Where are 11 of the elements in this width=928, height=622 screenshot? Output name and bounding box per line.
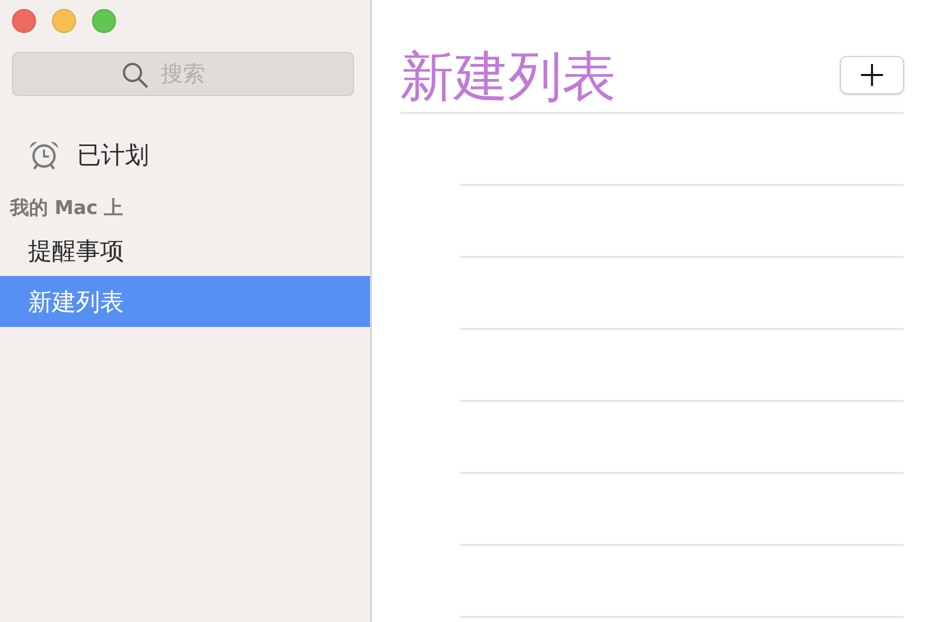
- minimize-icon[interactable]: [52, 9, 76, 33]
- alarm-clock-icon: [28, 140, 60, 170]
- close-icon[interactable]: [12, 9, 36, 33]
- plus-icon: [861, 64, 883, 86]
- search-icon: [122, 62, 148, 88]
- list-title: 新建列表: [400, 46, 616, 108]
- zoom-icon[interactable]: [92, 9, 116, 33]
- smart-list-item[interactable]: 已计划: [0, 132, 370, 178]
- section-header: 我的 Mac 上: [8, 196, 124, 220]
- sidebar-item[interactable]: 提醒事项: [0, 225, 370, 276]
- add-button[interactable]: [840, 56, 904, 94]
